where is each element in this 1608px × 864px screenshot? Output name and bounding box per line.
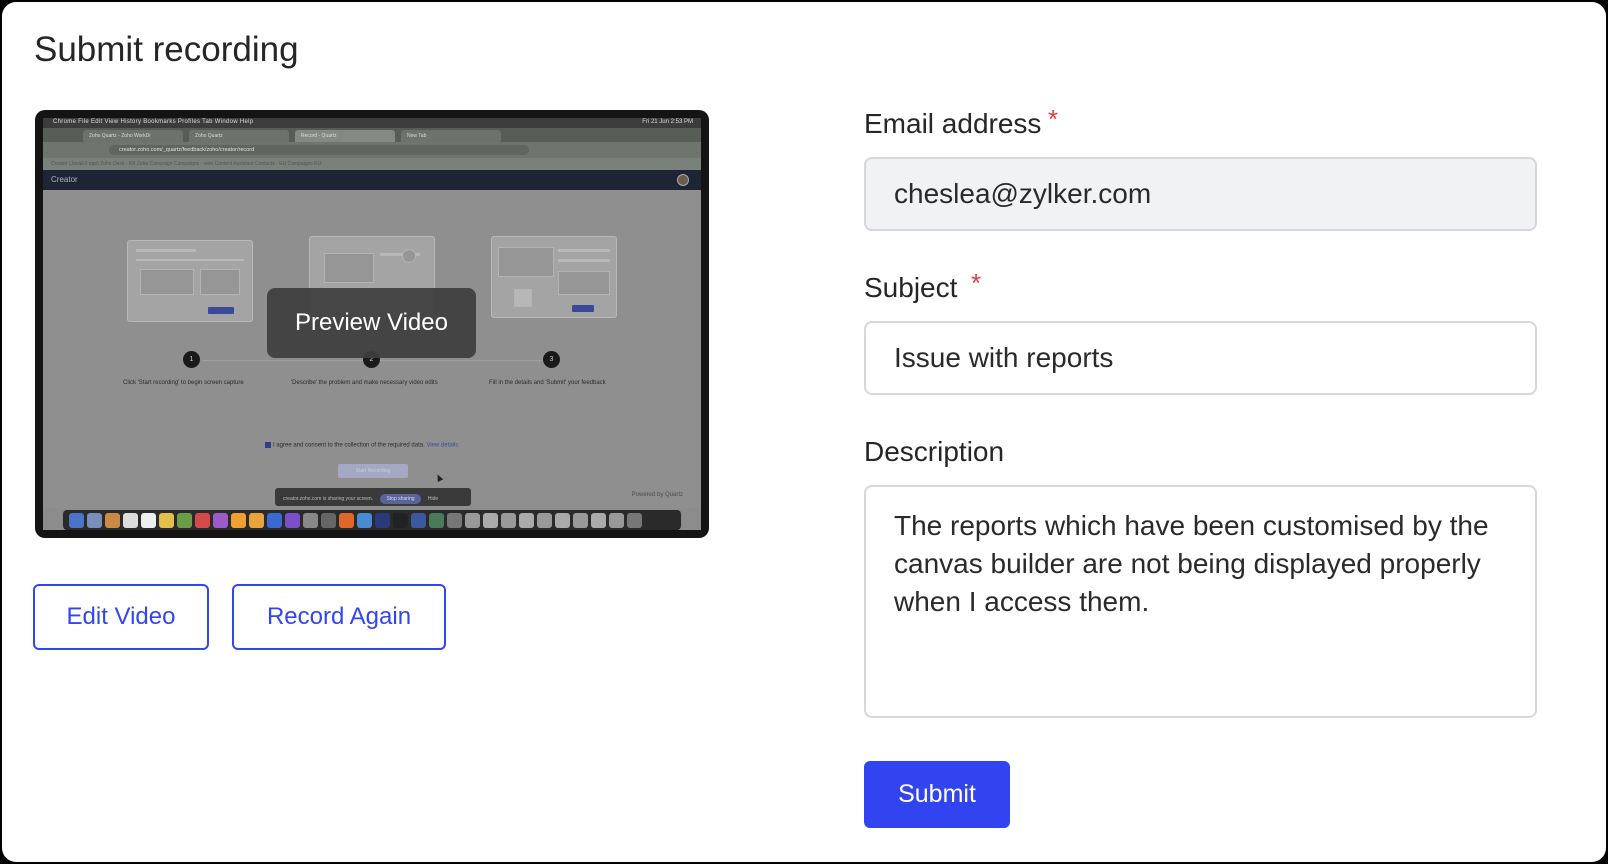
preview-video-button[interactable]: Preview Video: [267, 288, 476, 358]
thumb-powered-by: Powered by Quartz: [631, 492, 683, 498]
email-field[interactable]: [864, 157, 1537, 231]
description-label: Description: [864, 436, 1005, 467]
thumb-app-name: Creator: [51, 175, 78, 184]
submit-recording-dialog: Submit recording Chrome File Edit View H…: [2, 2, 1606, 862]
thumb-view-details: View details: [426, 442, 459, 449]
description-field[interactable]: The reports which have been customised b…: [864, 485, 1537, 718]
thumb-url: creator.zoho.com/_quartz/feedback/zoho/c…: [109, 145, 529, 155]
thumb-start-button: Start Recording: [338, 464, 408, 478]
thumb-step-caption: Click 'Start recording' to begin screen …: [123, 380, 244, 386]
thumb-stop-sharing: Stop sharing: [380, 494, 421, 504]
thumb-checkbox: [265, 442, 271, 448]
thumb-illustration: [491, 236, 617, 318]
thumb-step-caption: Fill in the details and 'Submit' your fe…: [489, 380, 606, 386]
record-again-button[interactable]: Record Again: [232, 584, 446, 650]
required-indicator: *: [971, 268, 982, 298]
thumb-bookmarks: Creator (JavaEd app) Zoho Desk - KB Zoho…: [43, 158, 701, 170]
required-indicator: *: [1048, 104, 1059, 134]
thumb-clock: Fri 21 Jun 2:53 PM: [642, 119, 693, 125]
thumb-step-number: 3: [543, 351, 560, 368]
subject-label: Subject: [864, 272, 958, 303]
page-title: Submit recording: [34, 30, 299, 69]
thumb-dock: [63, 510, 681, 530]
thumb-avatar: [677, 174, 689, 186]
thumb-menubar: Chrome File Edit View History Bookmarks …: [43, 118, 701, 128]
thumb-tabs: Zoho Quartz - Zoho WorkDr Zoho Quartz Re…: [43, 128, 701, 142]
edit-video-button[interactable]: Edit Video: [33, 584, 209, 650]
thumb-step-caption: 'Describe' the problem and make necessar…: [291, 380, 438, 386]
submit-button[interactable]: Submit: [864, 761, 1010, 828]
thumb-tab: Zoho Quartz: [189, 130, 289, 142]
subject-field[interactable]: [864, 321, 1537, 395]
thumb-tab: Zoho Quartz - Zoho WorkDr: [83, 130, 183, 142]
thumb-tab: Record - Quartz: [295, 130, 395, 142]
thumb-step-number: 1: [183, 351, 200, 368]
thumb-hide: Hide: [427, 496, 439, 502]
thumb-app-header: Creator: [43, 170, 701, 190]
email-label: Email address: [864, 108, 1042, 139]
cursor-icon: [434, 473, 444, 482]
thumb-menubar-text: Chrome File Edit View History Bookmarks …: [53, 119, 254, 125]
thumb-address-bar: creator.zoho.com/_quartz/feedback/zoho/c…: [43, 142, 701, 158]
thumb-consent: I agree and consent to the collection of…: [265, 442, 458, 449]
thumb-tab: New Tab: [401, 130, 501, 142]
thumb-share-notice: creator.zoho.com is sharing your screen.…: [275, 488, 471, 506]
thumb-illustration: [127, 240, 253, 322]
